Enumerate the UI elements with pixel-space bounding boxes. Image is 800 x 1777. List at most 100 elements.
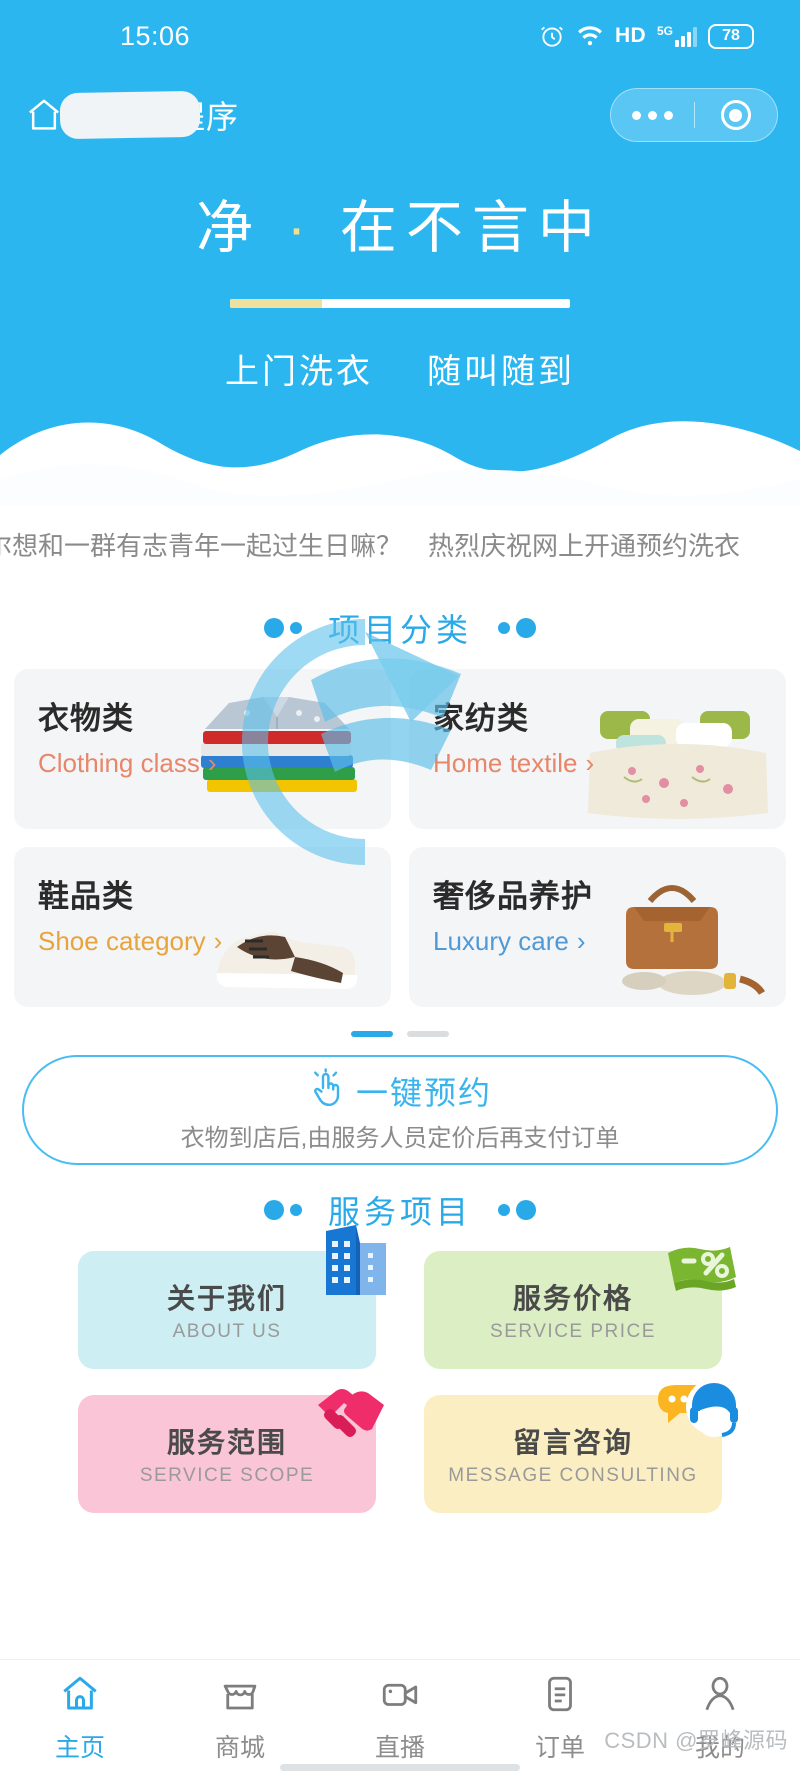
status-bar: 15:06 HD 5G 78 — [0, 0, 800, 72]
booking-button-row: 一键预约 — [308, 1068, 492, 1114]
heading-dots-right-icon — [498, 1200, 536, 1220]
hero-slogan: 净 · 在不言中 上门洗衣 随叫随到 — [0, 200, 800, 393]
tab-home[interactable]: 主页 — [0, 1673, 160, 1764]
service-subtitle: ABOUT US — [172, 1321, 282, 1342]
chevron-right-icon: › — [207, 748, 217, 778]
signal-bars — [675, 27, 697, 47]
service-tile-message-consulting[interactable]: 留言咨询 MESSAGE CONSULTING — [424, 1379, 742, 1513]
hero-banner: 15:06 HD 5G 78 净 · 在不言中 上门洗衣 随叫随到 — [0, 0, 800, 505]
network-type-label: 5G — [656, 24, 673, 38]
category-subtitle-text: Clothing class — [38, 748, 200, 778]
category-grid: 衣物类 Clothing class › 家纺类 Home textile › … — [0, 669, 800, 1007]
tab-shop[interactable]: 商城 — [160, 1673, 320, 1764]
one-tap-booking-button[interactable]: 一键预约 衣物到店后,由服务人员定价后再支付订单 — [22, 1055, 778, 1165]
categories-section-title: 项目分类 — [327, 612, 472, 648]
service-tile-about-us[interactable]: 关于我们 ABOUT US — [78, 1225, 386, 1369]
battery-level: 78 — [722, 27, 740, 44]
slogan-part2: 在不言中 — [339, 196, 604, 260]
tab-orders[interactable]: 订单 — [480, 1673, 640, 1764]
booking-button-subtitle: 衣物到店后,由服务人员定价后再支付订单 — [180, 1124, 620, 1152]
customer-service-icon — [658, 1379, 742, 1437]
app-bar: 洗衣小程序 — [0, 72, 800, 157]
alarm-clock-icon — [539, 23, 565, 49]
slogan-dot: · — [287, 196, 315, 260]
category-subtitle: Home textile › — [433, 748, 594, 779]
chevron-right-icon: › — [585, 748, 595, 778]
category-subtitle-text: Luxury care — [433, 926, 569, 956]
category-subtitle: Clothing class › — [38, 748, 217, 779]
category-card-home-textile[interactable]: 家纺类 Home textile › — [409, 669, 786, 829]
service-subtitle: SERVICE SCOPE — [139, 1465, 315, 1486]
pagination-dot[interactable] — [407, 1031, 449, 1037]
bottom-tab-bar: 主页 商城 直播 订单 我的 — [0, 1659, 800, 1777]
service-title: 服务价格 — [512, 1283, 633, 1314]
subtitle-right: 随叫随到 — [427, 353, 575, 391]
notice-text-2: 热烈庆祝网上开通预约洗衣 — [428, 530, 741, 561]
tab-label: 直播 — [374, 1734, 425, 1762]
heading-dots-left-icon — [263, 618, 302, 638]
shop-icon — [219, 1673, 261, 1720]
battery-icon: 78 — [708, 23, 754, 49]
target-circle-icon[interactable] — [695, 100, 778, 130]
category-title: 衣物类 — [38, 701, 134, 736]
notice-marquee[interactable]: 尔想和一群有志青年一起过生日嘛？ 热烈庆祝网上开通预约洗衣 — [0, 505, 800, 583]
home-indicator — [280, 1764, 520, 1771]
category-card-shoes[interactable]: 鞋品类 Shoe category › — [14, 847, 391, 1007]
booking-button-label: 一键预约 — [355, 1074, 492, 1111]
tab-label: 商城 — [214, 1734, 265, 1762]
signal-bars-icon: 5G — [657, 25, 697, 47]
category-card-clothing[interactable]: 衣物类 Clothing class › — [14, 669, 391, 829]
service-subtitle: MESSAGE CONSULTING — [448, 1465, 698, 1486]
more-dots-icon[interactable] — [611, 110, 694, 120]
category-title: 奢侈品养护 — [433, 879, 593, 914]
heading-dots-left-icon — [263, 1200, 302, 1220]
wifi-icon — [576, 23, 604, 49]
slogan-part1: 净 — [196, 196, 263, 260]
category-subtitle-text: Shoe category — [38, 926, 206, 956]
hd-icon: HD — [615, 24, 646, 47]
office-building-icon — [326, 1225, 386, 1295]
home-icon — [59, 1673, 101, 1720]
redaction-block — [59, 90, 201, 140]
categories-section-header: 项目分类 — [0, 583, 800, 669]
status-time: 15:06 — [120, 20, 191, 51]
tab-live[interactable]: 直播 — [320, 1673, 480, 1764]
tap-finger-icon — [308, 1068, 344, 1113]
category-pagination[interactable] — [0, 1007, 800, 1055]
mini-program-capsule[interactable] — [610, 88, 778, 142]
tab-label: 我的 — [694, 1734, 745, 1762]
tab-label: 主页 — [54, 1734, 105, 1762]
person-icon — [699, 1673, 741, 1720]
chevron-right-icon: › — [576, 926, 586, 956]
pagination-dot-active[interactable] — [351, 1031, 393, 1037]
services-grid: 关于我们 ABOUT US 服务价格 SERVICE PRICE 服务范围 SE… — [0, 1225, 800, 1513]
tab-profile[interactable]: 我的 — [640, 1673, 800, 1764]
video-camera-icon — [379, 1673, 421, 1720]
tab-label: 订单 — [534, 1734, 585, 1762]
slogan-main-line: 净 · 在不言中 — [0, 200, 800, 257]
hero-subtitle: 上门洗衣 随叫随到 — [0, 344, 800, 393]
category-subtitle-text: Home textile — [433, 748, 578, 778]
service-title: 服务范围 — [166, 1427, 287, 1458]
heading-dots-right-icon — [498, 618, 536, 638]
handshake-icon — [318, 1389, 384, 1437]
category-title: 家纺类 — [433, 701, 529, 736]
discount-tag-icon — [668, 1247, 736, 1291]
service-title: 留言咨询 — [512, 1427, 633, 1458]
notice-text-1: 尔想和一群有志青年一起过生日嘛？ — [0, 530, 403, 561]
chevron-right-icon: › — [213, 926, 223, 956]
slogan-rule-fill — [230, 299, 322, 308]
status-icons: HD 5G 78 — [539, 23, 754, 49]
cloud-decoration — [0, 421, 800, 505]
slogan-rule-bar — [230, 299, 570, 308]
category-title: 鞋品类 — [38, 879, 134, 914]
service-title: 关于我们 — [166, 1283, 287, 1314]
category-card-luxury[interactable]: 奢侈品养护 Luxury care › — [409, 847, 786, 1007]
service-tile-service-price[interactable]: 服务价格 SERVICE PRICE — [424, 1247, 736, 1369]
home-icon[interactable] — [24, 95, 64, 135]
service-subtitle: SERVICE PRICE — [490, 1321, 656, 1342]
service-tile-service-scope[interactable]: 服务范围 SERVICE SCOPE — [78, 1389, 384, 1513]
subtitle-left: 上门洗衣 — [225, 353, 373, 391]
order-list-icon — [539, 1673, 581, 1720]
category-subtitle: Shoe category › — [38, 926, 222, 957]
